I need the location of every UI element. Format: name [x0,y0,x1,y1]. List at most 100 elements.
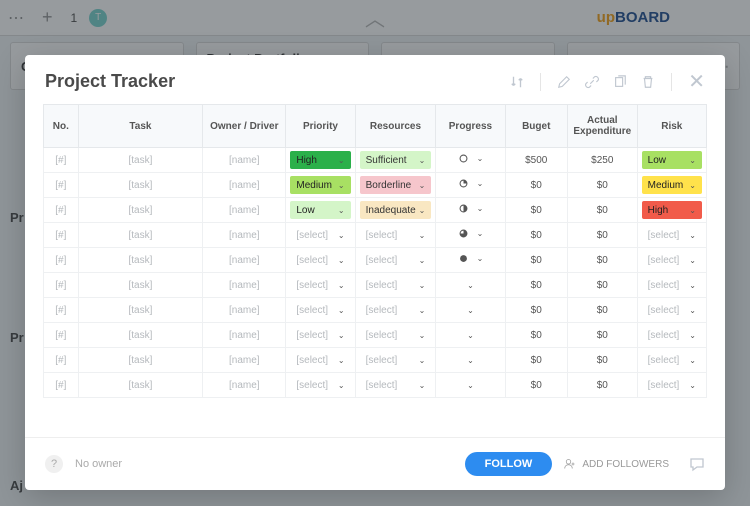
cell-task[interactable]: [task] [78,373,203,398]
cell-priority[interactable]: Medium⌄ [286,173,355,198]
cell-priority[interactable]: [select]⌄ [286,298,355,323]
cell-no[interactable]: [#] [44,373,79,398]
cell-risk[interactable]: [select]⌄ [637,298,706,323]
cell-resources[interactable]: [select]⌄ [355,248,436,273]
cell-actual[interactable]: $0 [567,198,637,223]
comment-icon[interactable] [689,456,705,472]
cell-risk[interactable]: High⌄ [637,198,706,223]
cell-risk[interactable]: Medium⌄ [637,173,706,198]
cell-budget[interactable]: $0 [505,223,567,248]
cell-priority[interactable]: [select]⌄ [286,223,355,248]
cell-progress[interactable]: ⌄ [436,148,505,173]
cell-priority[interactable]: Low⌄ [286,198,355,223]
cell-budget[interactable]: $500 [505,148,567,173]
cell-priority[interactable]: [select]⌄ [286,323,355,348]
cell-progress[interactable]: ⌄ [436,198,505,223]
cell-task[interactable]: [task] [78,173,203,198]
cell-priority[interactable]: [select]⌄ [286,248,355,273]
cell-actual[interactable]: $0 [567,298,637,323]
cell-resources[interactable]: [select]⌄ [355,348,436,373]
cell-owner[interactable]: [name] [203,173,286,198]
cell-progress[interactable]: ⌄ [436,348,505,373]
cell-actual[interactable]: $0 [567,323,637,348]
cell-progress[interactable]: ⌄ [436,173,505,198]
trash-icon[interactable] [641,75,655,89]
cell-task[interactable]: [task] [78,248,203,273]
cell-resources[interactable]: [select]⌄ [355,298,436,323]
cell-no[interactable]: [#] [44,173,79,198]
cell-task[interactable]: [task] [78,148,203,173]
cell-actual[interactable]: $0 [567,348,637,373]
follow-button[interactable]: FOLLOW [465,452,553,476]
cell-actual[interactable]: $250 [567,148,637,173]
cell-resources[interactable]: Inadequate⌄ [355,198,436,223]
cell-budget[interactable]: $0 [505,298,567,323]
cell-progress[interactable]: ⌄ [436,298,505,323]
cell-budget[interactable]: $0 [505,273,567,298]
cell-owner[interactable]: [name] [203,373,286,398]
cell-priority[interactable]: [select]⌄ [286,273,355,298]
cell-actual[interactable]: $0 [567,273,637,298]
cell-risk[interactable]: [select]⌄ [637,248,706,273]
link-icon[interactable] [585,75,599,89]
cell-budget[interactable]: $0 [505,173,567,198]
cell-budget[interactable]: $0 [505,348,567,373]
cell-actual[interactable]: $0 [567,173,637,198]
cell-no[interactable]: [#] [44,348,79,373]
cell-risk[interactable]: [select]⌄ [637,373,706,398]
copy-icon[interactable] [613,75,627,89]
cell-task[interactable]: [task] [78,348,203,373]
cell-no[interactable]: [#] [44,298,79,323]
cell-resources[interactable]: Borderline⌄ [355,173,436,198]
cell-no[interactable]: [#] [44,223,79,248]
cell-progress[interactable]: ⌄ [436,373,505,398]
cell-task[interactable]: [task] [78,198,203,223]
cell-no[interactable]: [#] [44,323,79,348]
cell-no[interactable]: [#] [44,273,79,298]
cell-risk[interactable]: [select]⌄ [637,323,706,348]
cell-task[interactable]: [task] [78,223,203,248]
cell-budget[interactable]: $0 [505,323,567,348]
cell-progress[interactable]: ⌄ [436,223,505,248]
cell-budget[interactable]: $0 [505,373,567,398]
cell-risk[interactable]: [select]⌄ [637,273,706,298]
cell-risk[interactable]: Low⌄ [637,148,706,173]
cell-no[interactable]: [#] [44,248,79,273]
cell-task[interactable]: [task] [78,273,203,298]
add-followers-button[interactable]: ADD FOLLOWERS [564,458,669,470]
cell-resources[interactable]: [select]⌄ [355,323,436,348]
cell-no[interactable]: [#] [44,198,79,223]
cell-risk[interactable]: [select]⌄ [637,348,706,373]
owner-avatar[interactable]: ? [45,455,63,473]
sort-icon[interactable] [510,75,524,89]
cell-actual[interactable]: $0 [567,223,637,248]
cell-priority[interactable]: High⌄ [286,148,355,173]
cell-actual[interactable]: $0 [567,248,637,273]
cell-owner[interactable]: [name] [203,148,286,173]
cell-actual[interactable]: $0 [567,373,637,398]
close-icon[interactable]: ✕ [688,72,705,92]
cell-owner[interactable]: [name] [203,298,286,323]
cell-resources[interactable]: [select]⌄ [355,223,436,248]
cell-owner[interactable]: [name] [203,273,286,298]
cell-owner[interactable]: [name] [203,348,286,373]
cell-resources[interactable]: Sufficient⌄ [355,148,436,173]
cell-priority[interactable]: [select]⌄ [286,373,355,398]
cell-priority[interactable]: [select]⌄ [286,348,355,373]
cell-risk[interactable]: [select]⌄ [637,223,706,248]
cell-progress[interactable]: ⌄ [436,248,505,273]
cell-progress[interactable]: ⌄ [436,273,505,298]
cell-owner[interactable]: [name] [203,223,286,248]
cell-budget[interactable]: $0 [505,248,567,273]
cell-progress[interactable]: ⌄ [436,323,505,348]
edit-icon[interactable] [557,75,571,89]
cell-no[interactable]: [#] [44,148,79,173]
cell-owner[interactable]: [name] [203,198,286,223]
cell-resources[interactable]: [select]⌄ [355,273,436,298]
cell-resources[interactable]: [select]⌄ [355,373,436,398]
cell-task[interactable]: [task] [78,323,203,348]
cell-owner[interactable]: [name] [203,323,286,348]
cell-task[interactable]: [task] [78,298,203,323]
cell-owner[interactable]: [name] [203,248,286,273]
cell-budget[interactable]: $0 [505,198,567,223]
